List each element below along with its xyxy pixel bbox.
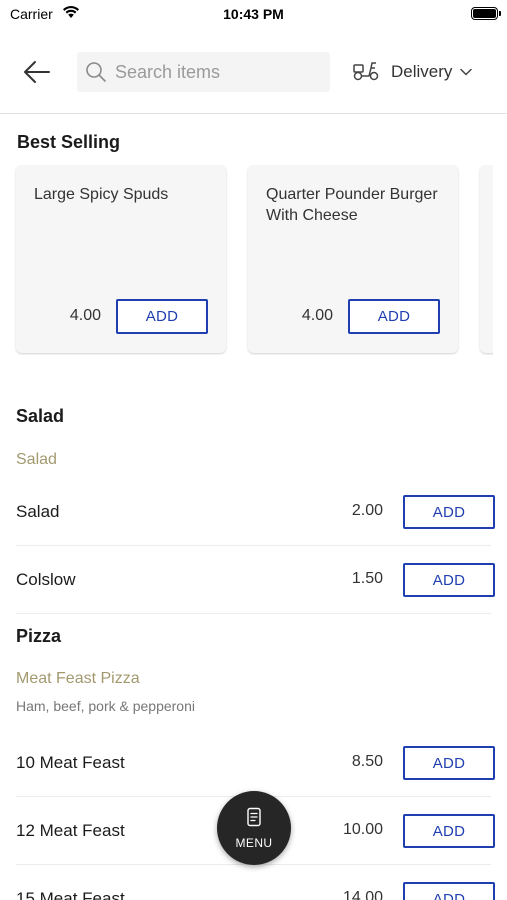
item-price: 14.00 xyxy=(342,889,383,900)
back-arrow-icon xyxy=(24,61,50,83)
category-title-pizza: Pizza xyxy=(16,626,62,646)
scooter-icon xyxy=(352,59,380,86)
product-card-partial[interactable] xyxy=(480,165,493,353)
subsection-title: Salad xyxy=(16,451,57,468)
item-name: Colslow xyxy=(16,570,76,589)
item-name: 15 Meat Feast xyxy=(16,889,125,900)
add-button[interactable]: ADD xyxy=(403,495,495,529)
item-price: 2.00 xyxy=(351,502,383,519)
menu-item-row[interactable]: 10 Meat Feast 8.50 ADD xyxy=(16,729,495,797)
search-icon xyxy=(85,61,107,83)
product-card[interactable]: Large Spicy Spuds 4.00 ADD xyxy=(16,165,226,353)
menu-item-row[interactable]: Salad 2.00 ADD xyxy=(16,478,495,546)
item-price: 8.50 xyxy=(351,753,383,770)
search-bar[interactable] xyxy=(77,52,330,92)
product-price: 4.00 xyxy=(69,307,101,324)
menu-book-icon xyxy=(246,807,262,832)
top-bar: Delivery xyxy=(0,40,507,114)
category-title-salad: Salad xyxy=(16,406,65,426)
item-name: 10 Meat Feast xyxy=(16,753,125,772)
subsection-title: Meat Feast Pizza xyxy=(16,670,140,687)
add-button[interactable]: ADD xyxy=(403,882,495,900)
product-name: Quarter Pounder Burger With Cheese xyxy=(266,186,438,224)
product-name: Large Spicy Spuds xyxy=(34,186,169,203)
add-button[interactable]: ADD xyxy=(403,814,495,848)
status-bar: Carrier 10:43 PM xyxy=(0,0,507,28)
item-name: Salad xyxy=(16,502,60,521)
add-button[interactable]: ADD xyxy=(116,299,208,334)
item-price: 10.00 xyxy=(342,821,383,838)
delivery-label: Delivery xyxy=(391,62,453,81)
menu-item-row[interactable]: Colslow 1.50 ADD xyxy=(16,546,495,614)
menu-fab-button[interactable]: MENU xyxy=(217,791,291,865)
product-price: 4.00 xyxy=(301,307,333,324)
subsection-description: Ham, beef, pork & pepperoni xyxy=(16,698,195,714)
add-button[interactable]: ADD xyxy=(348,299,440,334)
menu-item-row[interactable]: 15 Meat Feast 14.00 ADD xyxy=(16,865,495,900)
best-selling-title: Best Selling xyxy=(17,132,121,152)
chevron-down-icon xyxy=(460,68,473,76)
best-selling-carousel[interactable]: Large Spicy Spuds 4.00 ADD Quarter Pound… xyxy=(0,165,493,355)
delivery-mode-selector[interactable]: Delivery xyxy=(352,58,473,86)
item-price: 1.50 xyxy=(351,570,383,587)
clock-time: 10:43 PM xyxy=(223,6,284,22)
menu-fab-label: MENU xyxy=(235,835,273,850)
product-card[interactable]: Quarter Pounder Burger With Cheese 4.00 … xyxy=(248,165,458,353)
search-input[interactable] xyxy=(115,61,315,83)
item-name: 12 Meat Feast xyxy=(16,821,125,840)
add-button[interactable]: ADD xyxy=(403,563,495,597)
add-button[interactable]: ADD xyxy=(403,746,495,780)
back-button[interactable] xyxy=(18,55,56,89)
battery-icon xyxy=(471,7,501,20)
